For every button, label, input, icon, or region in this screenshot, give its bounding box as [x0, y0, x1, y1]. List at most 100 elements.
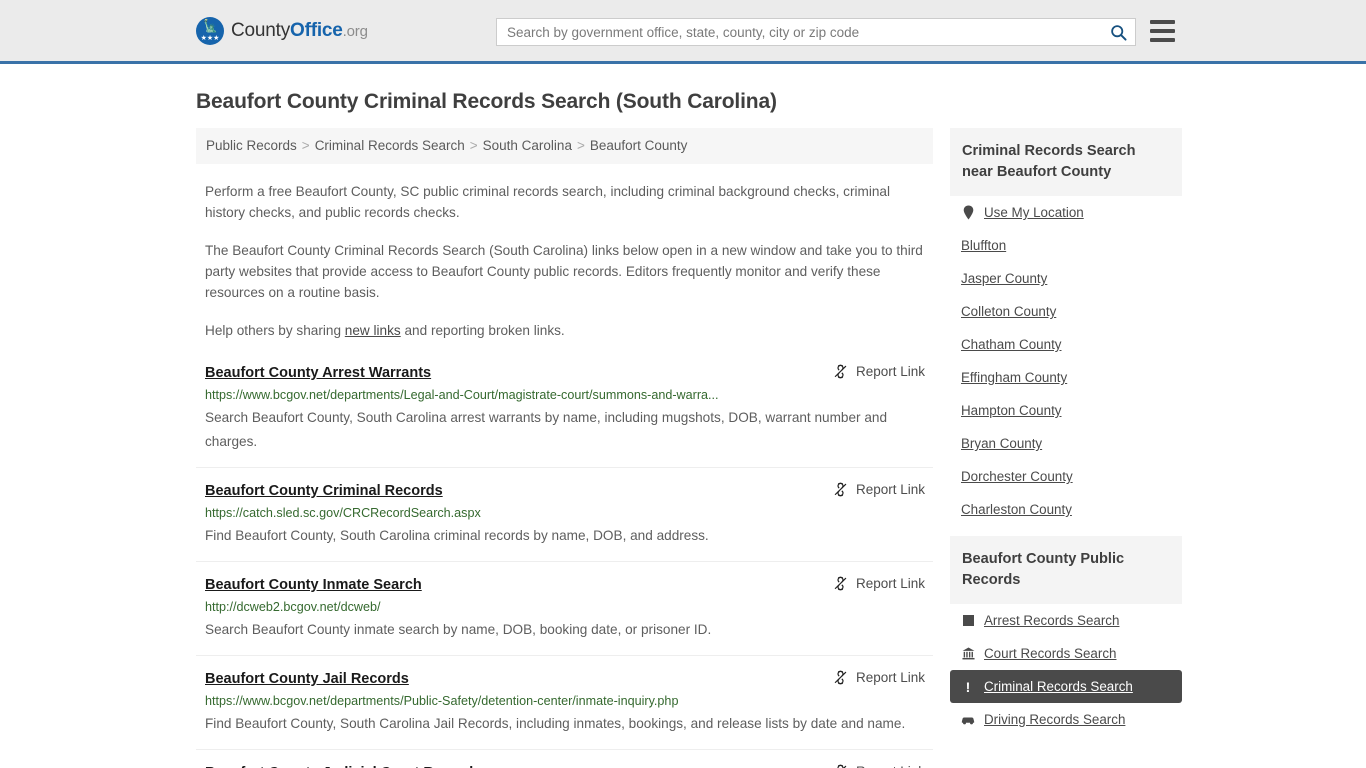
unlink-icon [837, 764, 847, 768]
page-layout: Public Records > Criminal Records Search > S… [196, 128, 1182, 768]
logo-text-office: Office [290, 19, 343, 41]
intro-paragraph-1: Perform a free Beaufort County, SC publi… [205, 184, 891, 220]
sidebar-item-label: Effingham County [961, 370, 1068, 385]
sidebar-item-effingham-county[interactable]: Effingham County [950, 361, 1182, 394]
sidebar-item-label: Colleton County [961, 304, 1057, 319]
page-title: Beaufort County Criminal Records Search … [196, 90, 777, 113]
sidebar-item-colleton-county[interactable]: Colleton County [950, 295, 1182, 328]
search-button[interactable] [1101, 19, 1135, 45]
result-description: Find Beaufort County, South Carolina Jai… [205, 716, 906, 731]
sidebar-public-records-box: Beaufort County Public Records Arrest Re… [950, 536, 1182, 736]
result-url: http://dcweb2.bcgov.net/dcweb/ [205, 600, 381, 614]
result-header: Beaufort County Criminal Records Report L… [205, 481, 925, 501]
breadcrumb-item[interactable]: Public Records [206, 138, 297, 153]
map-pin-icon [961, 205, 975, 220]
hamburger-bar [1150, 20, 1175, 24]
breadcrumb-separator: > [576, 138, 585, 153]
result-title-link[interactable]: Beaufort County Judicial Court Records [205, 763, 481, 768]
sidebar-public-records-list: Arrest Records Search Court Records Searc… [950, 604, 1182, 736]
results-list: Beaufort County Arrest Warrants Report Li… [196, 363, 933, 768]
unlink-icon [834, 364, 847, 379]
sidebar-item-chatham-county[interactable]: Chatham County [950, 328, 1182, 361]
square-icon [961, 613, 975, 628]
result-header: Beaufort County Inmate Search Report Link [205, 575, 925, 595]
result-title-link[interactable]: Beaufort County Inmate Search [205, 575, 422, 595]
sidebar-item-label: Criminal Records Search [984, 679, 1133, 694]
report-link-label: Report Link [856, 764, 925, 768]
logo-wordmark: CountyOffice.org [231, 20, 368, 42]
sidebar-nearby-heading: Criminal Records Search near Beaufort Co… [950, 128, 1182, 196]
sidebar-item-bluffton[interactable]: Bluffton [950, 229, 1182, 262]
result-item: Beaufort County Criminal Records Report L… [196, 481, 933, 562]
report-link-button[interactable]: Report Link [833, 481, 925, 497]
sidebar-item-dorchester-county[interactable]: Dorchester County [950, 460, 1182, 493]
sidebar-item-criminal-records-search[interactable]: ! Criminal Records Search [950, 670, 1182, 703]
car-icon [961, 712, 975, 727]
sidebar-item-court-records-search[interactable]: Court Records Search [950, 637, 1182, 670]
hamburger-bar [1150, 29, 1175, 33]
site-header: 🗽 ★★★ CountyOffice.org [0, 0, 1366, 64]
report-link-button[interactable]: Report Link [833, 363, 925, 379]
report-link-button[interactable]: Report Link [833, 575, 925, 591]
result-url: https://www.bcgov.net/departments/Legal-… [205, 388, 719, 402]
search-bar [496, 18, 1136, 46]
result-url: https://www.bcgov.net/departments/Public… [205, 694, 679, 708]
intro-paragraph-2: The Beaufort County Criminal Records Sea… [205, 243, 923, 300]
report-link-button[interactable]: Report Link [833, 763, 925, 768]
sidebar-item-label: Court Records Search [984, 646, 1117, 661]
sidebar-public-records-heading: Beaufort County Public Records [950, 536, 1182, 604]
sidebar-item-bryan-county[interactable]: Bryan County [950, 427, 1182, 460]
sidebar-item-hampton-county[interactable]: Hampton County [950, 394, 1182, 427]
report-link-label: Report Link [855, 576, 925, 591]
sidebar-item-label: Bryan County [961, 436, 1043, 451]
result-header: Beaufort County Arrest Warrants Report Li… [205, 363, 925, 383]
result-title-link[interactable]: Beaufort County Criminal Records [205, 481, 443, 501]
sidebar-item-label: Hampton County [961, 403, 1062, 418]
sidebar-item-label: Use My Location [984, 205, 1084, 220]
intro-paragraph-3: Help others by sharing new links and rep… [196, 320, 933, 341]
report-link-label: Report Link [855, 670, 925, 685]
sidebar-item-use-my-location[interactable]: Use My Location [950, 196, 1182, 229]
result-item: Beaufort County Inmate Search Report Link… [196, 575, 933, 656]
result-item: Beaufort County Judicial Court Records Re… [196, 763, 933, 768]
sidebar-item-label: Jasper County [961, 271, 1048, 286]
result-title-link[interactable]: Beaufort County Arrest Warrants [205, 363, 431, 383]
breadcrumb-separator: > [301, 138, 310, 153]
report-link-button[interactable]: Report Link [833, 669, 925, 685]
unlink-icon [834, 576, 847, 591]
breadcrumb-item[interactable]: Beaufort County [590, 138, 688, 153]
sidebar-item-label: Driving Records Search [984, 712, 1126, 727]
courthouse-icon [961, 646, 975, 661]
sidebar: Criminal Records Search near Beaufort Co… [950, 128, 1182, 746]
hamburger-menu-icon[interactable] [1150, 20, 1175, 42]
hamburger-bar [1150, 38, 1175, 42]
unlink-icon [834, 670, 847, 685]
eagle-seal-icon: 🗽 ★★★ [196, 16, 224, 45]
breadcrumb-item[interactable]: Criminal Records Search [315, 138, 465, 153]
result-title-link[interactable]: Beaufort County Jail Records [205, 669, 409, 689]
search-input[interactable] [497, 19, 1101, 45]
report-link-label: Report Link [855, 364, 925, 379]
sidebar-item-arrest-records-search[interactable]: Arrest Records Search [950, 604, 1182, 637]
sidebar-item-label: Dorchester County [961, 469, 1073, 484]
logo-text-county: County [231, 19, 291, 41]
result-description: Search Beaufort County inmate search by … [205, 622, 712, 637]
result-item: Beaufort County Arrest Warrants Report Li… [196, 363, 933, 468]
sidebar-item-driving-records-search[interactable]: Driving Records Search [950, 703, 1182, 736]
intro-text: Perform a free Beaufort County, SC publi… [196, 181, 933, 341]
main-column: Public Records > Criminal Records Search > S… [196, 128, 933, 768]
site-logo[interactable]: 🗽 ★★★ CountyOffice.org [196, 16, 368, 45]
sidebar-nearby-list: Use My Location Bluffton Jasper County Coll… [950, 196, 1182, 526]
intro-p3-after: and reporting broken links. [400, 323, 565, 338]
sidebar-item-charleston-county[interactable]: Charleston County [950, 493, 1182, 526]
result-url: https://catch.sled.sc.gov/CRCRecordSearc… [205, 506, 481, 520]
intro-p3-before: Help others by sharing [205, 323, 345, 338]
result-description: Find Beaufort County, South Carolina cri… [205, 528, 709, 543]
result-header: Beaufort County Judicial Court Records Re… [205, 763, 925, 768]
sidebar-item-label: Chatham County [961, 337, 1062, 352]
breadcrumb-item[interactable]: South Carolina [483, 138, 572, 153]
sidebar-item-label: Bluffton [961, 238, 1007, 253]
new-links-link[interactable]: new links [345, 323, 401, 338]
sidebar-item-jasper-county[interactable]: Jasper County [950, 262, 1182, 295]
result-item: Beaufort County Jail Records Report Link h… [196, 669, 933, 750]
